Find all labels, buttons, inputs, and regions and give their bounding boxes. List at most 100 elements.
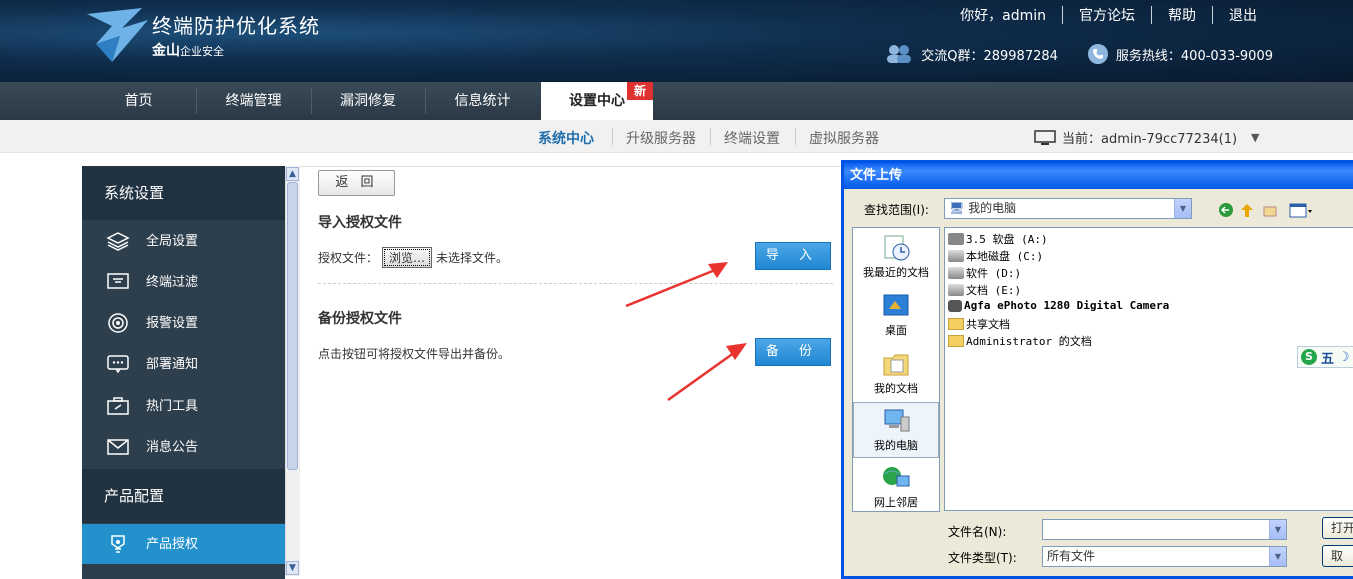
sidebar-item-label: 终端过滤	[146, 275, 199, 290]
chevron-down-icon[interactable]: ▼	[1269, 520, 1286, 539]
file-name: 共享文档	[966, 318, 1010, 331]
sidebar-item-global[interactable]: 全局设置	[82, 221, 285, 262]
monitor-icon	[1034, 129, 1056, 145]
logout-link[interactable]: 退出	[1213, 5, 1273, 25]
toolbar-icons	[1219, 203, 1312, 218]
filetype-select[interactable]: 所有文件 ▼	[1042, 546, 1287, 567]
place-label: 我的电脑	[874, 439, 918, 452]
page: 终端防护优化系统 金山企业安全 你好，admin 官方论坛 帮助 退出 交流Q群…	[0, 0, 1353, 579]
sidebar-item-label: 报警设置	[146, 316, 199, 331]
chevron-down-icon[interactable]: ▼	[1174, 199, 1191, 218]
subnav-upgrade-server[interactable]: 升级服务器	[626, 128, 696, 148]
sidebar-item-alarm[interactable]: 报警设置	[82, 303, 285, 344]
filename-label: 文件名(N):	[948, 525, 1007, 539]
scroll-down-icon[interactable]: ▼	[286, 561, 299, 575]
sidebar-item-label: 消息公告	[146, 440, 199, 455]
cancel-button[interactable]: 取	[1322, 545, 1353, 567]
sidebar-item-label: 全局设置	[146, 234, 199, 249]
file-name: 文档 (E:)	[966, 284, 1022, 297]
file-item[interactable]: 3.5 软盘 (A:)	[948, 231, 1048, 247]
brand-name: 金山企业安全	[152, 40, 224, 60]
badge-icon	[111, 535, 125, 553]
place-recent[interactable]: 我最近的文档	[853, 230, 939, 286]
sidebar-item-messages[interactable]: 消息公告	[82, 427, 285, 468]
import-title: 导入授权文件	[318, 215, 402, 231]
file-item[interactable]: 文档 (E:)	[948, 282, 1021, 298]
file-item[interactable]: 本地磁盘 (C:)	[948, 248, 1043, 264]
current-server[interactable]: 当前：admin-79cc77234(1) ▼	[1034, 128, 1260, 147]
people-icon	[887, 45, 912, 63]
backup-title: 备份授权文件	[318, 311, 402, 327]
no-file-text: 未选择文件。	[436, 251, 509, 265]
license-file-label: 授权文件：	[318, 251, 379, 265]
divider	[710, 128, 711, 145]
qq-group: 交流Q群：289987284	[921, 48, 1058, 64]
ime-mode: 五	[1321, 351, 1335, 367]
place-label: 我的文档	[874, 382, 918, 395]
my-computer-icon	[884, 409, 910, 432]
backup-text: 点击按钮可将授权文件导出并备份。	[318, 347, 511, 361]
nav-home[interactable]: 首页	[82, 82, 195, 120]
nav-terminal[interactable]: 终端管理	[197, 82, 310, 120]
filetype-value: 所有文件	[1047, 549, 1096, 563]
file-item[interactable]: 软件 (D:)	[948, 265, 1021, 281]
nav-vulnerability[interactable]: 漏洞修复	[312, 82, 424, 120]
place-desktop[interactable]: 桌面	[853, 288, 939, 344]
layers-icon	[106, 232, 130, 251]
subnav-virtual-server[interactable]: 虚拟服务器	[809, 128, 879, 148]
sidebar-item-deploy[interactable]: 部署通知	[82, 344, 285, 385]
annotation-arrows	[625, 262, 747, 402]
open-button[interactable]: 打开	[1322, 517, 1353, 539]
place-my-computer[interactable]: 我的电脑	[853, 402, 939, 458]
import-button[interactable]: 导 入	[755, 242, 831, 270]
file-item[interactable]: Agfa ePhoto 1280 Digital Camera	[948, 299, 1169, 312]
file-name: 3.5 软盘 (A:)	[966, 233, 1048, 246]
divider	[612, 128, 613, 145]
drive-icon	[948, 284, 964, 296]
filename-input[interactable]: ▼	[1042, 519, 1287, 540]
back-button[interactable]: 返 回	[318, 170, 395, 196]
sidebar: 系统设置 全局设置 终端过滤 报警设置 部署通知 热门工具 消息公告 产品配置	[82, 166, 285, 579]
nav-statistics[interactable]: 信息统计	[426, 82, 539, 120]
place-network[interactable]: 网上邻居	[853, 460, 939, 516]
browse-button[interactable]: 浏览…	[382, 247, 433, 268]
sidebar-item-license[interactable]: 产品授权	[82, 524, 285, 564]
sidebar-item-tools[interactable]: 热门工具	[82, 386, 285, 427]
recent-docs-icon	[884, 235, 910, 261]
place-my-documents[interactable]: 我的文档	[853, 346, 939, 402]
sidebar-section-system[interactable]: 系统设置	[82, 166, 285, 220]
help-link[interactable]: 帮助	[1152, 5, 1212, 25]
computer-icon: 🖥	[949, 201, 965, 215]
brand-small: 企业安全	[180, 45, 224, 58]
logo-icon	[87, 8, 148, 62]
folder-documents-icon	[883, 354, 909, 376]
lookin-select[interactable]: 🖥 我的电脑 ▼	[944, 198, 1192, 219]
sidebar-item-label: 部署通知	[146, 357, 199, 372]
file-name: Administrator 的文档	[966, 335, 1092, 348]
sidebar-item-filter[interactable]: 终端过滤	[82, 262, 285, 303]
scroll-up-icon[interactable]: ▲	[286, 167, 299, 181]
drive-icon	[948, 250, 964, 262]
header: 终端防护优化系统 金山企业安全 你好，admin 官方论坛 帮助 退出 交流Q群…	[0, 0, 1353, 82]
file-name: Agfa ePhoto 1280 Digital Camera	[964, 299, 1170, 312]
subnav-terminal-settings[interactable]: 终端设置	[724, 128, 780, 148]
ime-toolbar[interactable]: S 五 ☽ °, ● 🔧	[1297, 346, 1353, 368]
file-item[interactable]: Administrator 的文档	[948, 333, 1092, 349]
subnav-system-center[interactable]: 系统中心	[538, 128, 594, 148]
main-nav: 首页 终端管理 漏洞修复 信息统计 设置中心	[0, 82, 1353, 120]
file-item[interactable]: 共享文档	[948, 316, 1010, 332]
scrollbar-thumb[interactable]	[287, 182, 298, 470]
target-icon	[108, 313, 128, 333]
dropdown-icon[interactable]: ▼	[1251, 131, 1259, 144]
place-label: 我最近的文档	[863, 266, 929, 279]
sub-nav: 系统中心 升级服务器 终端设置 虚拟服务器 当前：admin-79cc77234…	[0, 120, 1353, 153]
forum-link[interactable]: 官方论坛	[1063, 5, 1151, 25]
hotline: 服务热线：400-033-9009	[1115, 48, 1273, 64]
sidebar-section-product[interactable]: 产品配置	[82, 469, 285, 523]
chevron-down-icon[interactable]: ▼	[1269, 547, 1286, 566]
folder-icon	[948, 335, 964, 347]
floppy-icon	[948, 233, 964, 245]
moon-icon: ☽	[1338, 349, 1350, 365]
new-badge: 新	[627, 82, 653, 100]
backup-button[interactable]: 备 份	[755, 338, 831, 366]
